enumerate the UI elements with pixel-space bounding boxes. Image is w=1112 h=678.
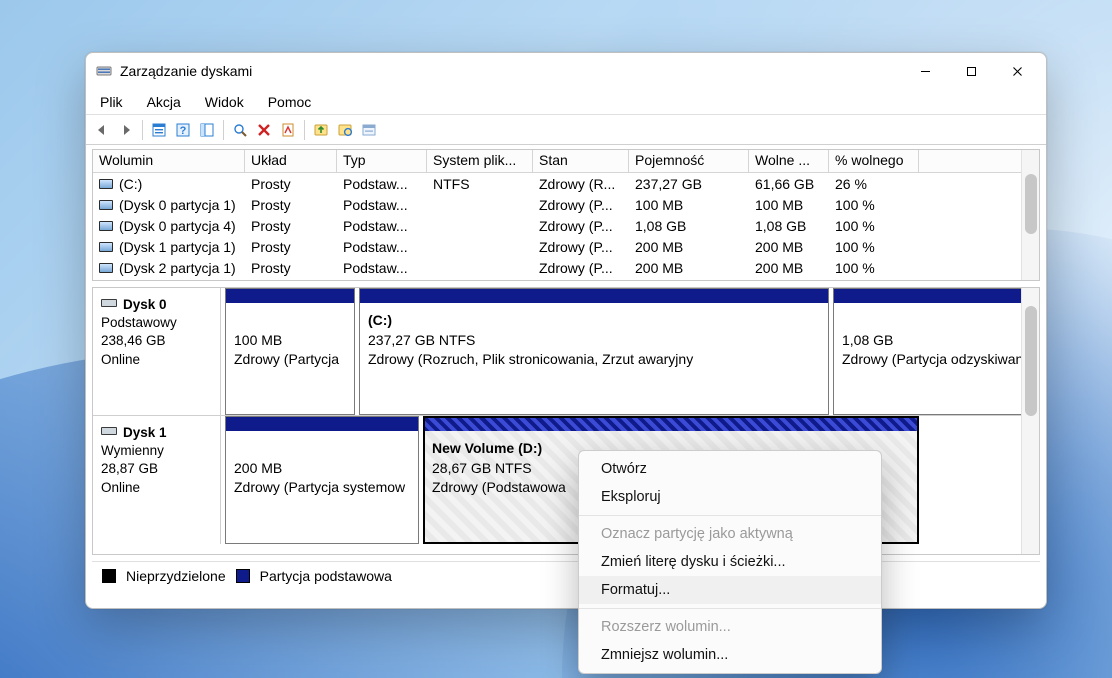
close-button[interactable] — [994, 53, 1040, 89]
col-type[interactable]: Typ — [337, 150, 427, 172]
disk0-part-recovery[interactable]: 1,08 GB Zdrowy (Partycja odzyskiwan — [833, 288, 1035, 415]
table-row[interactable]: (C:)ProstyPodstaw...NTFSZdrowy (R...237,… — [93, 173, 1039, 194]
legend-primary-label: Partycja podstawowa — [260, 568, 392, 584]
legend-primary-swatch — [236, 569, 250, 583]
action-icon-2[interactable] — [333, 118, 357, 142]
show-tree-icon[interactable] — [147, 118, 171, 142]
nav-back-icon[interactable] — [90, 118, 114, 142]
legend-unallocated-swatch — [102, 569, 116, 583]
disk-row-1: Dysk 1 Wymienny 28,87 GB Online 200 MB Z… — [93, 416, 1039, 544]
col-pct[interactable]: % wolnego — [829, 150, 919, 172]
disk-icon — [101, 296, 117, 314]
col-capacity[interactable]: Pojemność — [629, 150, 749, 172]
ctx-format[interactable]: Formatuj... — [579, 576, 881, 604]
volume-icon — [99, 200, 113, 210]
ctx-change-letter[interactable]: Zmień literę dysku i ścieżki... — [579, 548, 881, 576]
disk-0-label: Dysk 0 Podstawowy 238,46 GB Online — [93, 288, 221, 415]
minimize-button[interactable] — [902, 53, 948, 89]
context-menu: Otwórz Eksploruj Oznacz partycję jako ak… — [578, 450, 882, 674]
legend: Nieprzydzielone Partycja podstawowa — [92, 561, 1040, 589]
col-layout[interactable]: Układ — [245, 150, 337, 172]
menubar: Plik Akcja Widok Pomoc — [86, 89, 1046, 115]
action-icon-3[interactable] — [357, 118, 381, 142]
volume-list-body: (C:)ProstyPodstaw...NTFSZdrowy (R...237,… — [93, 173, 1039, 278]
disk0-part-1[interactable]: 100 MB Zdrowy (Partycja — [225, 288, 355, 415]
table-row[interactable]: (Dysk 2 partycja 1)ProstyPodstaw...Zdrow… — [93, 257, 1039, 278]
disk-map-scrollbar[interactable] — [1021, 288, 1039, 554]
console-tree-icon[interactable] — [195, 118, 219, 142]
menu-file[interactable]: Plik — [88, 91, 135, 113]
volume-icon — [99, 263, 113, 273]
volume-list: Wolumin Układ Typ System plik... Stan Po… — [92, 149, 1040, 281]
svg-text:?: ? — [180, 125, 187, 137]
window-title: Zarządzanie dyskami — [120, 63, 252, 79]
disk-icon — [101, 424, 117, 442]
col-volume[interactable]: Wolumin — [93, 150, 245, 172]
table-row[interactable]: (Dysk 0 partycja 1)ProstyPodstaw...Zdrow… — [93, 194, 1039, 215]
table-row[interactable]: (Dysk 0 partycja 4)ProstyPodstaw...Zdrow… — [93, 215, 1039, 236]
volume-list-header: Wolumin Układ Typ System plik... Stan Po… — [93, 150, 1039, 173]
ctx-extend: Rozszerz wolumin... — [579, 613, 881, 641]
refresh-icon[interactable] — [228, 118, 252, 142]
volume-icon — [99, 242, 113, 252]
delete-icon[interactable] — [252, 118, 276, 142]
nav-forward-icon[interactable] — [114, 118, 138, 142]
ctx-explore[interactable]: Eksploruj — [579, 483, 881, 511]
menu-view[interactable]: Widok — [193, 91, 256, 113]
disk0-part-c[interactable]: (C:) 237,27 GB NTFS Zdrowy (Rozruch, Pli… — [359, 288, 829, 415]
volume-icon — [99, 179, 113, 189]
volume-list-scrollbar[interactable] — [1021, 150, 1039, 280]
table-row[interactable]: (Dysk 1 partycja 1)ProstyPodstaw...Zdrow… — [93, 236, 1039, 257]
action-icon-1[interactable] — [309, 118, 333, 142]
legend-unallocated-label: Nieprzydzielone — [126, 568, 226, 584]
disk1-part-system[interactable]: 200 MB Zdrowy (Partycja systemow — [225, 416, 419, 544]
ctx-mark-active: Oznacz partycję jako aktywną — [579, 520, 881, 548]
menu-action[interactable]: Akcja — [135, 91, 193, 113]
ctx-shrink[interactable]: Zmniejsz wolumin... — [579, 641, 881, 669]
disk-map: Dysk 0 Podstawowy 238,46 GB Online 100 M… — [92, 287, 1040, 555]
properties-icon[interactable] — [276, 118, 300, 142]
toolbar: ? — [86, 115, 1046, 145]
volume-icon — [99, 221, 113, 231]
ctx-open[interactable]: Otwórz — [579, 455, 881, 483]
maximize-button[interactable] — [948, 53, 994, 89]
disk-row-0: Dysk 0 Podstawowy 238,46 GB Online 100 M… — [93, 288, 1039, 416]
menu-help[interactable]: Pomoc — [256, 91, 324, 113]
col-free[interactable]: Wolne ... — [749, 150, 829, 172]
col-status[interactable]: Stan — [533, 150, 629, 172]
help-icon[interactable]: ? — [171, 118, 195, 142]
disk-management-window: Zarządzanie dyskami Plik Akcja Widok Pom… — [85, 52, 1047, 609]
col-fs[interactable]: System plik... — [427, 150, 533, 172]
app-icon — [96, 63, 112, 79]
disk-1-label: Dysk 1 Wymienny 28,87 GB Online — [93, 416, 221, 544]
titlebar[interactable]: Zarządzanie dyskami — [86, 53, 1046, 89]
